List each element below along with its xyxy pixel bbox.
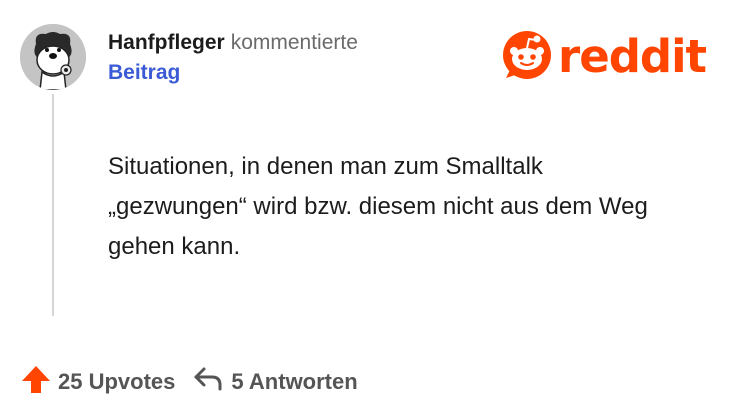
- comment-action: kommentierte: [230, 31, 358, 54]
- comment-header: Hanfpfleger kommentierte Beitrag: [108, 28, 478, 88]
- replies-button[interactable]: 5 Antworten: [193, 366, 358, 398]
- upvote-arrow-icon: [20, 363, 58, 401]
- avatar[interactable]: [20, 24, 86, 90]
- reddit-wordmark: reddit: [558, 30, 707, 83]
- reply-count: 5 Antworten: [231, 369, 358, 394]
- post-link[interactable]: Beitrag: [108, 58, 478, 88]
- username[interactable]: Hanfpfleger: [108, 31, 225, 54]
- upvote-button[interactable]: 25 Upvotes: [20, 363, 175, 401]
- comment-actions: 25 Upvotes 5 Antworten: [20, 364, 358, 400]
- upvote-count: 25 Upvotes: [58, 369, 176, 394]
- reddit-logo: reddit: [502, 30, 712, 85]
- reply-arrow-icon: [193, 366, 231, 398]
- reddit-snoo-icon: [502, 30, 552, 85]
- thread-line[interactable]: [52, 94, 54, 316]
- comment-text: Situationen, in denen man zum Smalltalk …: [108, 153, 648, 260]
